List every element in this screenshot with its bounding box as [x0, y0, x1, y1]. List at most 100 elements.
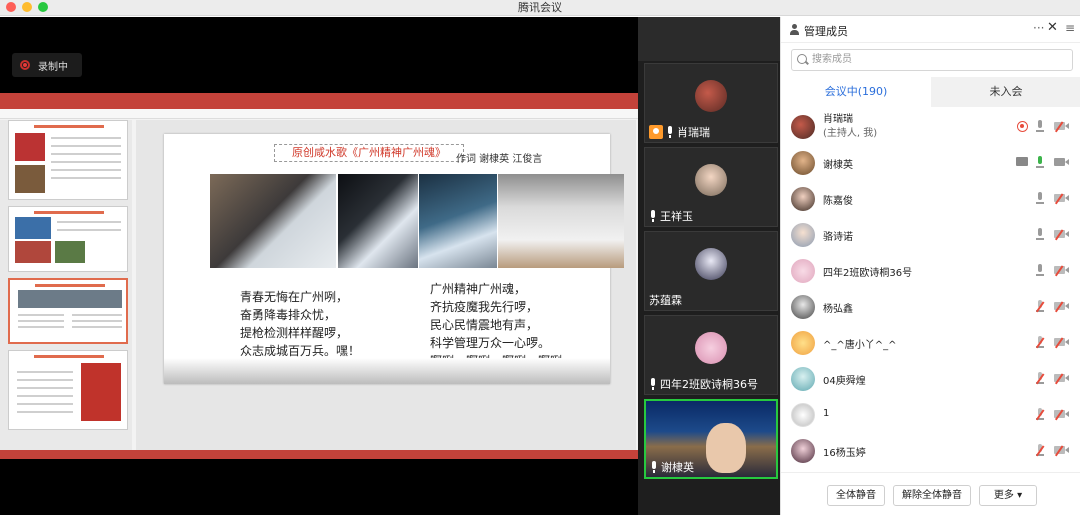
shared-screen: 原创咸水歌《广州精神广州魂》 作词 谢棣英 江俊言 青春无悔在广州咧， 奋勇降毒…	[0, 93, 638, 459]
share-label-text: 谢棣英的屏幕共享	[32, 517, 120, 530]
share-label: 谢棣英的屏幕共享	[0, 514, 120, 532]
member-row[interactable]: ^_^唐小丫^_^	[781, 325, 1080, 361]
member-name: 16杨玉婷	[823, 448, 866, 459]
avatar	[791, 223, 815, 247]
video-strip: 肖瑞瑞 王祥玉 苏蕴霖 四年2班欧诗桐36号 谢棣英	[638, 17, 780, 515]
tab-not-joined[interactable]: 未入会	[931, 77, 1080, 107]
slide-photo	[338, 174, 418, 268]
slide-photo	[419, 174, 497, 268]
video-strip-header	[638, 17, 780, 61]
member-name: 四年2班欧诗桐36号	[823, 268, 913, 279]
recording-icon	[1017, 121, 1028, 132]
member-name: 肖瑞瑞	[823, 114, 853, 125]
member-row[interactable]: 陈嘉俊	[781, 181, 1080, 217]
avatar	[791, 259, 815, 283]
poem-line: 科学管理万众一心啰。	[430, 336, 551, 350]
member-row[interactable]: 肖瑞瑞 (主持人, 我)	[781, 109, 1080, 145]
member-name: ^_^唐小丫^_^	[823, 340, 897, 351]
microphone-icon[interactable]	[1036, 228, 1044, 241]
video-tile-name: 肖瑞瑞	[677, 126, 710, 139]
poem-line: 啊咧，啊咧，啊咧，啊咧。	[430, 354, 575, 368]
video-tile-name: 王祥玉	[660, 210, 693, 223]
more-options-button[interactable]: ···	[1033, 21, 1044, 35]
member-panel: 管理成员 ··· ✕ ≡ 搜索成员 会议中(190) 未入会 肖瑞瑞 (主持人, …	[780, 17, 1080, 515]
member-name: 陈嘉俊	[823, 196, 853, 207]
video-tile-name: 苏蕴霖	[649, 294, 682, 307]
poem-line: 提枪检测样样醒啰，	[240, 326, 349, 340]
member-row[interactable]: 04庾舜煌	[781, 361, 1080, 397]
mute-all-button[interactable]: 全体静音	[827, 485, 885, 506]
window-titlebar: 腾讯会议	[0, 0, 1080, 16]
microphone-muted-icon	[649, 210, 657, 222]
slide-edit-area: 原创咸水歌《广州精神广州魂》 作词 谢棣英 江俊言 青春无悔在广州咧， 奋勇降毒…	[136, 120, 636, 450]
screen-share-icon	[4, 518, 16, 528]
recording-label: 录制中	[38, 61, 68, 73]
avatar	[695, 164, 727, 196]
video-tile-name: 谢棣英	[661, 461, 694, 474]
avatar	[791, 439, 815, 463]
camera-icon[interactable]	[1054, 158, 1069, 166]
avatar	[695, 248, 727, 280]
panel-menu-button[interactable]: ≡	[1065, 21, 1075, 35]
tab-in-meeting[interactable]: 会议中(190)	[781, 77, 931, 107]
avatar	[791, 115, 815, 139]
slide-thumbnail-selected	[8, 278, 128, 344]
more-button[interactable]: 更多 ▾	[979, 485, 1037, 506]
slide-author: 作词 谢棣英 江俊言	[456, 154, 543, 165]
avatar	[695, 332, 727, 364]
member-name: 1	[823, 408, 830, 419]
microphone-icon[interactable]	[1036, 264, 1044, 277]
members-icon	[789, 24, 800, 35]
member-row[interactable]: 四年2班欧诗桐36号	[781, 253, 1080, 289]
poem-line: 齐抗疫魔我先行啰，	[430, 300, 539, 314]
video-tile-active-speaker[interactable]: 谢棣英	[644, 399, 778, 479]
poem-line: 广州精神广州魂，	[430, 282, 527, 296]
current-slide: 原创咸水歌《广州精神广州魂》 作词 谢棣英 江俊言 青春无悔在广州咧， 奋勇降毒…	[164, 134, 624, 384]
ppt-statusbar	[0, 450, 638, 459]
member-name: 骆诗诺	[823, 232, 853, 243]
ppt-ribbon-tabs	[0, 101, 638, 109]
microphone-active-icon[interactable]	[1036, 156, 1044, 169]
close-panel-button[interactable]: ✕	[1047, 20, 1058, 35]
slide-photo	[498, 174, 624, 268]
window-title: 腾讯会议	[518, 1, 562, 14]
screen-share-icon	[1016, 157, 1028, 166]
microphone-icon	[650, 461, 658, 473]
member-row[interactable]: 谢棣英	[781, 145, 1080, 181]
slide-photo	[210, 174, 336, 268]
recording-indicator[interactable]: 录制中	[12, 53, 82, 77]
microphone-icon	[666, 126, 674, 138]
avatar	[791, 403, 815, 427]
ppt-titlebar	[0, 93, 638, 101]
speaker-face	[706, 423, 746, 473]
video-tile[interactable]: 肖瑞瑞	[644, 63, 778, 143]
member-row[interactable]: 1	[781, 397, 1080, 433]
poem-left: 青春无悔在广州咧， 奋勇降毒排众忧， 提枪检测样样醒啰， 众志成城百万兵。嘿！	[240, 288, 360, 360]
poem-line: 民心民情震地有声，	[430, 318, 539, 332]
video-tile[interactable]: 苏蕴霖	[644, 231, 778, 311]
main-stage: 录制中 原创咸水歌《广州精神广州魂》 作词 谢棣英 江俊言 青春无悔在广州咧， …	[0, 17, 638, 530]
video-tile[interactable]: 四年2班欧诗桐36号	[644, 315, 778, 395]
poem-line: 众志成城百万兵。嘿！	[240, 344, 361, 358]
slide-thumbnail	[8, 120, 128, 200]
microphone-icon[interactable]	[1036, 120, 1044, 133]
avatar	[791, 295, 815, 319]
ppt-ribbon	[0, 109, 638, 119]
video-tile-name: 四年2班欧诗桐36号	[660, 378, 758, 391]
microphone-icon	[20, 517, 28, 529]
slide-title[interactable]: 原创咸水歌《广州精神广州魂》	[274, 144, 464, 162]
avatar	[695, 80, 727, 112]
video-tile[interactable]: 王祥玉	[644, 147, 778, 227]
member-row[interactable]: 骆诗诺	[781, 217, 1080, 253]
search-member-input[interactable]: 搜索成员	[791, 49, 1073, 71]
member-tabs: 会议中(190) 未入会	[781, 77, 1080, 107]
avatar	[791, 331, 815, 355]
poem-line: 青春无悔在广州咧，	[240, 290, 349, 304]
unmute-all-button[interactable]: 解除全体静音	[893, 485, 971, 506]
avatar	[791, 187, 815, 211]
microphone-icon[interactable]	[1036, 192, 1044, 205]
member-name: 杨弘鑫	[823, 304, 853, 315]
member-name: 04庾舜煌	[823, 376, 866, 387]
member-row[interactable]: 16杨玉婷	[781, 433, 1080, 469]
member-row[interactable]: 杨弘鑫	[781, 289, 1080, 325]
